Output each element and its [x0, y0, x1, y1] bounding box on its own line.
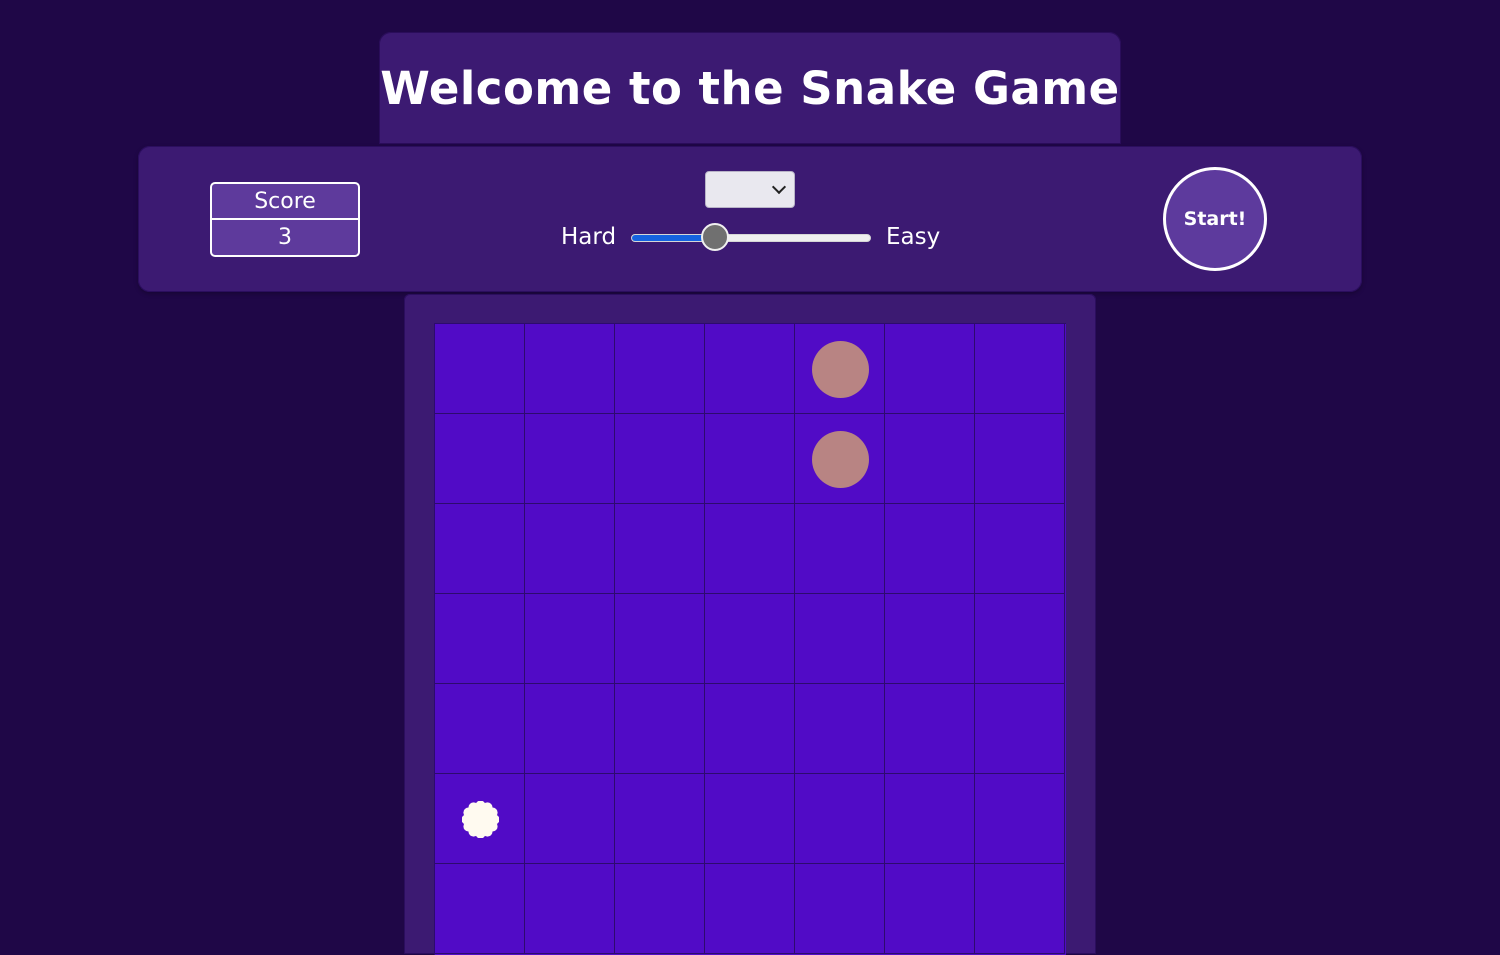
board-frame: [404, 294, 1096, 955]
board-cell: [975, 594, 1065, 684]
slider-label-easy: Easy: [886, 224, 941, 250]
board-cell: [975, 774, 1065, 864]
board-cell: [795, 684, 885, 774]
control-bar: Score 3 Hard Easy Start!: [138, 146, 1362, 292]
game-board: [434, 323, 1066, 955]
board-cell: [975, 324, 1065, 414]
board-cell: [885, 504, 975, 594]
board-cell: [435, 504, 525, 594]
board-cell: [525, 324, 615, 414]
board-cell: [435, 774, 525, 864]
board-cell: [525, 594, 615, 684]
board-cell: [795, 774, 885, 864]
board-cell: [885, 414, 975, 504]
board-cell: [435, 594, 525, 684]
chevron-down-icon: [771, 179, 787, 195]
board-cell: [795, 864, 885, 954]
board-cell: [975, 864, 1065, 954]
snake-segment: [812, 431, 869, 488]
board-cell: [795, 594, 885, 684]
board-cell: [525, 684, 615, 774]
slider-label-hard: Hard: [561, 224, 617, 250]
score-label: Score: [212, 184, 358, 220]
board-cell: [435, 684, 525, 774]
board-cell: [705, 594, 795, 684]
score-box: Score 3: [210, 182, 360, 257]
board-cell: [705, 684, 795, 774]
difficulty-select[interactable]: [705, 171, 795, 208]
board-cell: [885, 774, 975, 864]
difficulty-slider-track[interactable]: [631, 234, 871, 242]
board-cell: [795, 504, 885, 594]
difficulty-slider-thumb[interactable]: [701, 223, 729, 251]
board-cell: [525, 504, 615, 594]
board-cell: [795, 324, 885, 414]
board-cell: [615, 684, 705, 774]
board-cell: [885, 684, 975, 774]
board-cell: [795, 414, 885, 504]
board-cell: [975, 684, 1065, 774]
board-cell: [885, 594, 975, 684]
snake-segment: [812, 341, 869, 398]
board-cell: [885, 324, 975, 414]
board-cell: [435, 864, 525, 954]
board-cell: [615, 864, 705, 954]
board-cell: [705, 504, 795, 594]
board-cell: [435, 324, 525, 414]
board-cell: [705, 414, 795, 504]
board-cell: [525, 864, 615, 954]
board-cell: [615, 594, 705, 684]
board-cell: [615, 774, 705, 864]
food-icon: [462, 801, 499, 838]
title-panel: Welcome to the Snake Game: [379, 32, 1121, 144]
start-button[interactable]: Start!: [1163, 167, 1267, 271]
board-cell: [435, 414, 525, 504]
board-cell: [615, 504, 705, 594]
board-cell: [705, 324, 795, 414]
page-title: Welcome to the Snake Game: [380, 61, 1120, 115]
board-cell: [885, 864, 975, 954]
board-cell: [975, 414, 1065, 504]
score-value: 3: [278, 225, 292, 250]
board-cell: [525, 774, 615, 864]
board-cell: [705, 774, 795, 864]
board-cell: [975, 504, 1065, 594]
board-cell: [615, 324, 705, 414]
board-cell: [525, 414, 615, 504]
board-cell: [615, 414, 705, 504]
board-cell: [705, 864, 795, 954]
